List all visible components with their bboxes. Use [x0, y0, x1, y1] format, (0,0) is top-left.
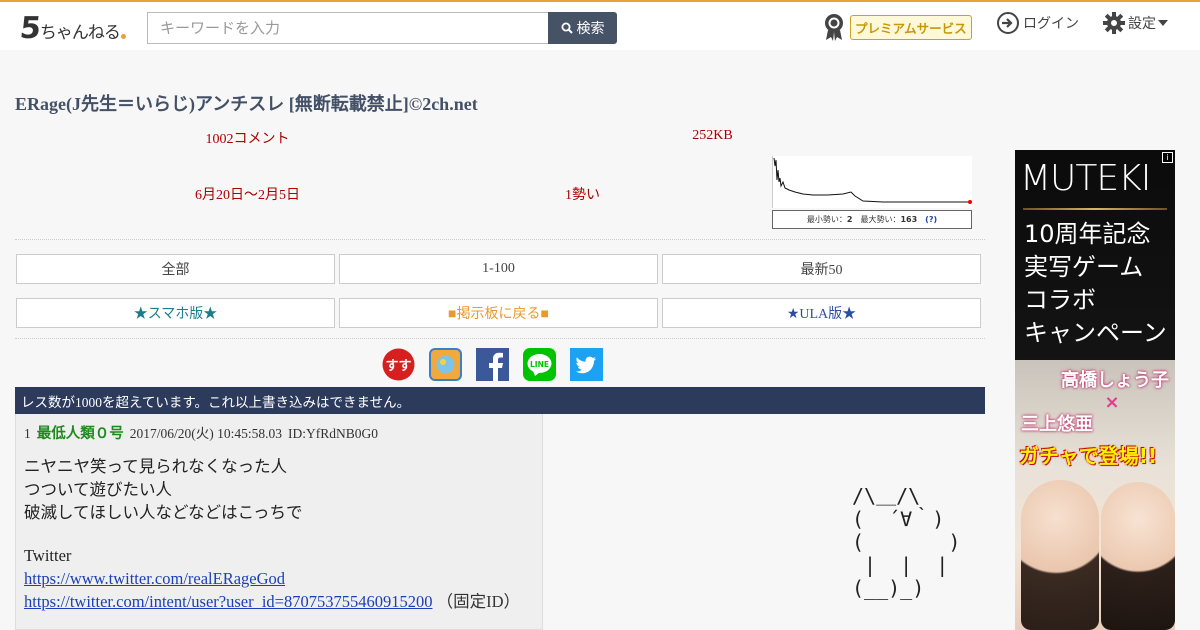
- hatena-icon[interactable]: [429, 348, 462, 381]
- post-id[interactable]: ID:YfRdNB0G0: [288, 426, 378, 442]
- ad-cta: ガチャで登場!!: [1019, 444, 1158, 468]
- graph-caption: 最小勢い：2 最大勢い：163 (?): [772, 210, 972, 229]
- show-1-100-button[interactable]: 1-100: [339, 254, 658, 284]
- post-body: ニヤニヤ笑って見られなくなった人 つついて遊びたい人 破滅してほしい人などなどは…: [24, 455, 534, 613]
- post-line: 破滅してほしい人などなどはこっちで: [24, 503, 303, 522]
- site-logo[interactable]: 5 ちゃんねる: [18, 10, 126, 46]
- gear-icon: [1103, 12, 1125, 34]
- post-number[interactable]: 1: [24, 426, 31, 442]
- post-line: ニヤニヤ笑って見られなくなった人: [24, 457, 288, 476]
- ula-version-button[interactable]: ★ULA版★: [662, 298, 981, 328]
- ad-brand-underline: [1023, 208, 1167, 210]
- twitter-profile-link[interactable]: https://www.twitter.com/realERageGod: [24, 569, 285, 588]
- post-line: つついて遊びたい人: [24, 480, 173, 499]
- ad-model-image: [1101, 482, 1175, 630]
- search-icon: [561, 22, 573, 34]
- award-icon: [825, 14, 843, 41]
- premium-label: プレミアムサービス: [850, 14, 972, 40]
- svg-text:LINE: LINE: [530, 360, 549, 369]
- logo-text: ちゃんねる: [39, 23, 121, 43]
- graph-plot: [772, 156, 972, 208]
- ad-names: 高橋しょう子 × 三上悠亜: [1021, 370, 1169, 435]
- post-line: Twitter: [24, 546, 72, 565]
- graph-line: [773, 157, 972, 204]
- sussu-icon[interactable]: すす: [382, 348, 415, 381]
- ad-brand: MUTEKI: [1020, 158, 1151, 199]
- search-input[interactable]: [147, 12, 549, 44]
- latest-50-button[interactable]: 最新50: [662, 254, 981, 284]
- facebook-icon[interactable]: [476, 348, 509, 381]
- momentum-graph: 最小勢い：2 最大勢い：163 (?): [772, 156, 972, 230]
- ad-info-icon[interactable]: i: [1162, 152, 1173, 163]
- show-all-button[interactable]: 全部: [16, 254, 335, 284]
- graph-max: 最大勢い：163: [860, 215, 918, 224]
- line-icon[interactable]: LINE: [523, 348, 556, 381]
- search-button[interactable]: 検索: [548, 12, 617, 44]
- divider: [15, 239, 985, 240]
- svg-text:すす: すす: [385, 359, 411, 374]
- ad-headline: 10周年記念 実写ゲーム コラボ キャンペーン: [1024, 220, 1167, 347]
- post-author: 最低人類０号: [36, 426, 124, 442]
- twitter-icon[interactable]: [570, 348, 603, 381]
- premium-service-link[interactable]: プレミアムサービス: [822, 12, 972, 42]
- thread-size: 252KB: [692, 128, 733, 143]
- share-bar: すす LINE: [382, 348, 603, 382]
- post-datetime: 2017/06/20(火) 10:45:58.03: [129, 426, 282, 441]
- graph-min: 最小勢い：2: [806, 215, 853, 224]
- divider: [15, 338, 985, 339]
- login-link[interactable]: ログイン: [996, 11, 1079, 35]
- advertisement[interactable]: MUTEKI 10周年記念 実写ゲーム コラボ キャンペーン 高橋しょう子 × …: [1015, 150, 1175, 630]
- logo-number: 5: [18, 11, 43, 46]
- twitter-intent-link[interactable]: https://twitter.com/intent/user?user_id=…: [24, 592, 432, 611]
- post: 1 最低人類０号 2017/06/20(火) 10:45:58.03 ID:Yf…: [15, 414, 543, 630]
- settings-menu[interactable]: 設定: [1102, 11, 1168, 35]
- thread-closed-notice: レス数が1000を超えています。これ以上書き込みはできません。: [15, 387, 985, 414]
- ad-model-image: [1021, 480, 1099, 630]
- back-to-board-button[interactable]: ■掲示板に戻る■: [339, 298, 658, 328]
- link-note: （固定ID）: [436, 592, 521, 611]
- comment-count: 1002コメント: [205, 132, 290, 147]
- thread-title: ERage(J先生＝いらじ)アンチスレ [無断転載禁止]©2ch.net: [15, 94, 478, 114]
- smartphone-version-button[interactable]: ★スマホ版★: [16, 298, 335, 328]
- graph-help-link[interactable]: (?): [925, 215, 937, 224]
- search-button-label: 検索: [576, 21, 605, 37]
- caret-down-icon: [1158, 20, 1168, 26]
- post-header: 1 最低人類０号 2017/06/20(火) 10:45:58.03 ID:Yf…: [24, 422, 534, 443]
- header: 5 ちゃんねる 検索 プレミアムサービス ログイン: [0, 0, 1200, 50]
- logo-dot: [120, 34, 126, 39]
- settings-label: 設定: [1128, 16, 1156, 32]
- momentum: 1勢い: [565, 188, 600, 203]
- login-label: ログイン: [1023, 16, 1079, 32]
- ascii-art: /\＿/\ ( ´∀｀) ( ) | | | (__)_): [852, 484, 961, 600]
- login-icon: [997, 12, 1019, 34]
